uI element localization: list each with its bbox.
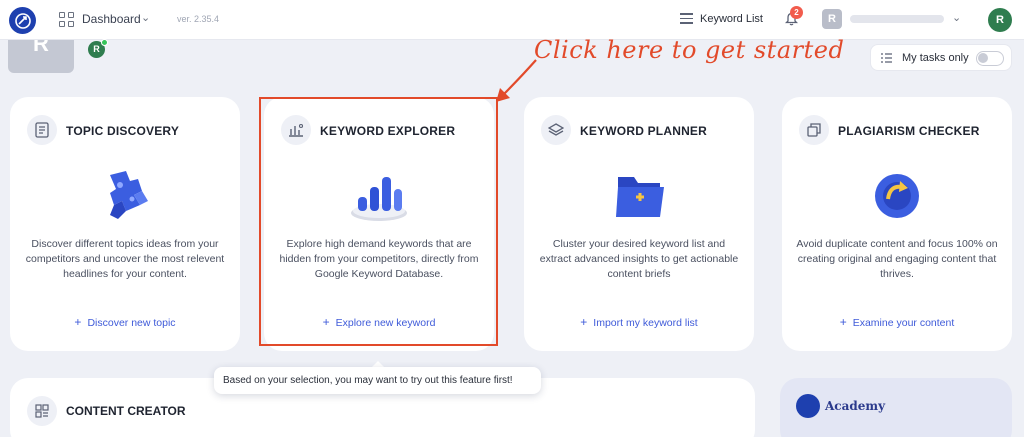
- card-title: KEYWORD EXPLORER: [320, 124, 456, 138]
- user-avatar[interactable]: R: [988, 8, 1012, 32]
- plus-icon: +: [839, 315, 847, 329]
- discover-new-topic-button[interactable]: + Discover new topic: [10, 315, 240, 329]
- list-icon[interactable]: [680, 13, 693, 24]
- card-description: Explore high demand keywords that are hi…: [279, 238, 479, 280]
- bar-chart-illustration-icon: [351, 177, 407, 221]
- app-version: ver. 2.35.4: [177, 14, 220, 24]
- academy-label: Academy: [825, 399, 886, 413]
- my-tasks-toggle-box[interactable]: My tasks only: [870, 44, 1012, 71]
- card-topic-discovery[interactable]: TOPIC DISCOVERY Discover different topic…: [10, 97, 240, 351]
- card-title: KEYWORD PLANNER: [580, 124, 708, 138]
- plus-icon: +: [74, 315, 82, 329]
- annotation-text: Click here to get started: [534, 36, 845, 64]
- explore-new-keyword-button[interactable]: + Explore new keyword: [264, 315, 494, 329]
- academy-logo-icon: [796, 394, 820, 418]
- card-description: Avoid duplicate content and focus 100% o…: [796, 238, 998, 280]
- card-description: Discover different topics ideas from you…: [25, 238, 225, 280]
- card-plagiarism-checker[interactable]: PLAGIARISM CHECKER Avoid duplicate conte…: [782, 97, 1012, 351]
- folder-icon: [616, 177, 664, 217]
- card-keyword-explorer[interactable]: KEYWORD EXPLORER Explore high demand key…: [264, 97, 494, 351]
- import-keyword-list-button[interactable]: + Import my keyword list: [524, 315, 754, 329]
- card-title: PLAGIARISM CHECKER: [838, 124, 980, 138]
- keyword-list-link[interactable]: Keyword List: [700, 13, 763, 25]
- card-keyword-planner[interactable]: KEYWORD PLANNER Cluster your desired key…: [524, 97, 754, 351]
- copy-icon: [799, 115, 829, 145]
- action-label: Import my keyword list: [593, 317, 698, 329]
- dashboard-grid-icon[interactable]: [59, 12, 74, 27]
- card-title: TOPIC DISCOVERY: [66, 124, 180, 138]
- toggle-knob: [978, 53, 988, 63]
- top-bar: Dashboard ⌄ ver. 2.35.4 Keyword List 2 R…: [0, 0, 1024, 40]
- dashboard-menu[interactable]: Dashboard: [82, 12, 141, 26]
- workspace-avatar[interactable]: R: [822, 9, 842, 29]
- notification-badge: 2: [790, 6, 803, 19]
- examine-content-button[interactable]: + Examine your content: [782, 315, 1012, 329]
- action-label: Explore new keyword: [335, 317, 436, 329]
- action-label: Examine your content: [852, 317, 955, 329]
- plus-icon: +: [322, 315, 330, 329]
- online-status-dot: [101, 39, 108, 46]
- workspace-name-redacted[interactable]: [850, 15, 944, 23]
- app-logo-icon[interactable]: [9, 7, 36, 34]
- chevron-down-icon[interactable]: ⌄: [141, 11, 150, 24]
- card-description: Cluster your desired keyword list and ex…: [539, 238, 739, 280]
- feature-suggestion-tooltip: Based on your selection, you may want to…: [214, 367, 541, 394]
- chevron-down-icon[interactable]: ⌄: [952, 11, 961, 24]
- plus-icon: +: [580, 315, 588, 329]
- action-label: Discover new topic: [87, 317, 176, 329]
- task-list-icon: [881, 53, 892, 63]
- refresh-globe-icon: [875, 174, 919, 218]
- bar-chart-icon: [281, 115, 311, 145]
- puzzle-icon: [110, 171, 148, 219]
- my-tasks-toggle[interactable]: [976, 51, 1004, 66]
- profile-avatar-large: R: [8, 40, 74, 73]
- my-tasks-label: My tasks only: [902, 52, 969, 64]
- layout-grid-icon: [27, 396, 57, 426]
- layers-icon: [541, 115, 571, 145]
- card-title: CONTENT CREATOR: [66, 404, 186, 418]
- academy-card[interactable]: Academy: [780, 378, 1012, 437]
- document-list-icon: [27, 115, 57, 145]
